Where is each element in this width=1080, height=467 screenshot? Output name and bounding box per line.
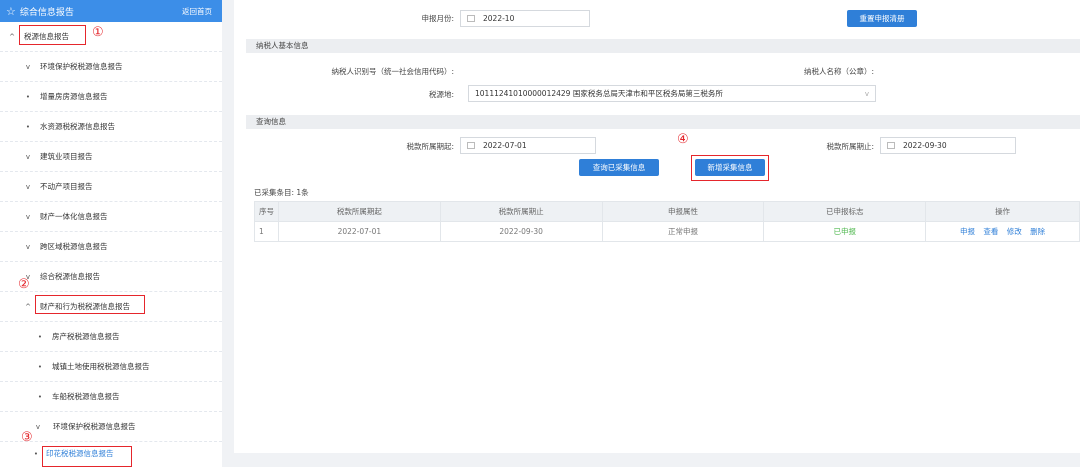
chevron-down-icon: v bbox=[35, 422, 41, 431]
sidebar-item-real-estate-project[interactable]: v 不动产项目报告 bbox=[0, 172, 222, 202]
sidebar: ☆ 综合信息报告 返回首页 ^ 税源信息报告 v 环境保护税税源信息报告 • 增… bbox=[0, 0, 222, 467]
column-header: 申报属性 bbox=[601, 201, 765, 222]
sidebar-item-land-use-tax[interactable]: • 城镇土地使用税税源信息报告 bbox=[0, 352, 222, 382]
calendar-icon bbox=[467, 15, 475, 22]
bullet-icon: • bbox=[33, 449, 39, 458]
sidebar-item-cross-region[interactable]: v 跨区域税源信息报告 bbox=[0, 232, 222, 262]
sidebar-item-label: 车船税税源信息报告 bbox=[52, 392, 120, 401]
sidebar-item-label: 水资源税税源信息报告 bbox=[40, 122, 115, 131]
sidebar-item-label: 房产税税源信息报告 bbox=[52, 332, 120, 341]
collected-table: 序号 税款所属期起 税款所属期止 申报属性 已申报标志 操作 1 2022-07… bbox=[254, 201, 1080, 242]
sidebar-title: 综合信息报告 bbox=[19, 7, 74, 18]
period-value: 2022-10 bbox=[483, 14, 515, 23]
view-link[interactable]: 查看 bbox=[983, 227, 998, 236]
chevron-down-icon: v bbox=[25, 182, 31, 191]
sidebar-item-stamp-tax[interactable]: • 印花税税源信息报告 bbox=[0, 440, 222, 467]
reset-declaration-button[interactable]: 重置申报清册 bbox=[847, 10, 917, 27]
new-collection-button[interactable]: 新增采集信息 bbox=[695, 159, 765, 176]
sidebar-item-property-tax[interactable]: • 房产税税源信息报告 bbox=[0, 322, 222, 352]
star-icon: ☆ bbox=[6, 4, 16, 18]
tax-office-label: 税源地: bbox=[428, 90, 454, 99]
declare-link[interactable]: 申报 bbox=[960, 227, 975, 236]
sidebar-item-property-behavior[interactable]: ^ 财产和行为税税源信息报告 bbox=[0, 292, 222, 322]
annotation-marker-4: ④ bbox=[677, 132, 689, 147]
period-label: 申报月份: bbox=[421, 14, 454, 23]
chevron-up-icon: ^ bbox=[25, 302, 31, 311]
sidebar-item-label: 跨区域税源信息报告 bbox=[40, 242, 108, 251]
column-header: 序号 bbox=[254, 201, 279, 222]
sidebar-item-label: 财产和行为税税源信息报告 bbox=[40, 302, 130, 311]
chevron-down-icon: v bbox=[25, 62, 31, 71]
period-input[interactable]: 2022-10 bbox=[460, 10, 590, 27]
tax-office-value: 10111241010000012429 国家税务总局天津市和平区税务局第三税务… bbox=[475, 89, 723, 98]
sidebar-item-label: 建筑业项目报告 bbox=[40, 152, 93, 161]
sidebar-item-water-resource-tax[interactable]: • 水资源税税源信息报告 bbox=[0, 112, 222, 142]
chevron-down-icon: v bbox=[864, 89, 869, 98]
sidebar-item-construction-project[interactable]: v 建筑业项目报告 bbox=[0, 142, 222, 172]
annotation-marker-2: ② bbox=[18, 277, 30, 292]
annotation-marker-3: ③ bbox=[21, 430, 33, 445]
end-period-value: 2022-09-30 bbox=[903, 141, 947, 150]
sidebar-item-env-tax[interactable]: v 环境保护税税源信息报告 bbox=[0, 52, 222, 82]
table-header-row: 序号 税款所属期起 税款所属期止 申报属性 已申报标志 操作 bbox=[254, 201, 1080, 222]
sidebar-item-label: 税源信息报告 bbox=[24, 32, 69, 41]
column-header: 税款所属期止 bbox=[439, 201, 603, 222]
chevron-down-icon: v bbox=[25, 242, 31, 251]
collected-count: 已采集条目: 1条 bbox=[254, 188, 309, 197]
start-period-input[interactable]: 2022-07-01 bbox=[460, 137, 596, 154]
sidebar-header: ☆ 综合信息报告 返回首页 bbox=[0, 0, 222, 22]
start-period-value: 2022-07-01 bbox=[483, 141, 527, 150]
edit-link[interactable]: 修改 bbox=[1007, 227, 1022, 236]
sidebar-item-label: 财产一体化信息报告 bbox=[40, 212, 108, 221]
row-end: 2022-09-30 bbox=[439, 221, 603, 242]
row-index: 1 bbox=[254, 221, 279, 242]
taxpayer-id-label: 纳税人识别号（统一社会信用代码）: bbox=[331, 67, 454, 76]
row-attr: 正常申报 bbox=[601, 221, 765, 242]
app: ☆ 综合信息报告 返回首页 ^ 税源信息报告 v 环境保护税税源信息报告 • 增… bbox=[0, 0, 1080, 467]
sidebar-item-label: 环境保护税税源信息报告 bbox=[40, 62, 123, 71]
main-panel: 申报月份: 2022-10 重置申报清册 纳税人基本信息 纳税人识别号（统一社会… bbox=[234, 0, 1080, 453]
tax-office-select[interactable]: 10111241010000012429 国家税务总局天津市和平区税务局第三税务… bbox=[468, 85, 876, 102]
start-period-label: 税款所属期起: bbox=[406, 142, 454, 151]
calendar-icon bbox=[887, 142, 895, 149]
sidebar-item-label: 环境保护税税源信息报告 bbox=[53, 422, 136, 431]
sidebar-item-label: 增量房房源信息报告 bbox=[40, 92, 108, 101]
back-home-link[interactable]: 返回首页 bbox=[182, 6, 212, 17]
bullet-icon: • bbox=[25, 122, 31, 131]
annotation-marker-1: ① bbox=[92, 25, 104, 40]
sidebar-item-vehicle-tax[interactable]: • 车船税税源信息报告 bbox=[0, 382, 222, 412]
sidebar-item-label: 综合税源信息报告 bbox=[40, 272, 100, 281]
sidebar-item-label: 印花税税源信息报告 bbox=[46, 449, 114, 458]
column-header: 操作 bbox=[925, 201, 1080, 222]
delete-link[interactable]: 删除 bbox=[1030, 227, 1045, 236]
sidebar-item-incremental-housing[interactable]: • 增量房房源信息报告 bbox=[0, 82, 222, 112]
sidebar-item-tax-source-report[interactable]: ^ 税源信息报告 bbox=[0, 22, 222, 52]
chevron-down-icon: v bbox=[25, 152, 31, 161]
chevron-up-icon: ^ bbox=[9, 32, 15, 41]
taxpayer-section-header: 纳税人基本信息 bbox=[246, 39, 1080, 53]
sidebar-item-label: 不动产项目报告 bbox=[40, 182, 93, 191]
bullet-icon: • bbox=[37, 332, 43, 341]
bullet-icon: • bbox=[37, 392, 43, 401]
bullet-icon: • bbox=[25, 92, 31, 101]
table-row: 1 2022-07-01 2022-09-30 正常申报 已申报 申报 查看 修… bbox=[254, 221, 1080, 242]
column-header: 税款所属期起 bbox=[277, 201, 441, 222]
taxpayer-name-label: 纳税人名称（公章）: bbox=[803, 67, 874, 76]
row-start: 2022-07-01 bbox=[277, 221, 441, 242]
bullet-icon: • bbox=[37, 362, 43, 371]
sidebar-item-env-tax-2[interactable]: v 环境保护税税源信息报告 bbox=[0, 412, 222, 442]
sidebar-item-label: 城镇土地使用税税源信息报告 bbox=[52, 362, 150, 371]
end-period-label: 税款所属期止: bbox=[826, 142, 874, 151]
row-actions: 申报 查看 修改 删除 bbox=[925, 221, 1080, 242]
query-collected-button[interactable]: 查询已采集信息 bbox=[579, 159, 659, 176]
chevron-down-icon: v bbox=[25, 212, 31, 221]
sidebar-item-comprehensive-source[interactable]: v 综合税源信息报告 bbox=[0, 262, 222, 292]
calendar-icon bbox=[467, 142, 475, 149]
query-section-header: 查询信息 bbox=[246, 115, 1080, 129]
column-header: 已申报标志 bbox=[763, 201, 927, 222]
row-status: 已申报 bbox=[763, 221, 927, 242]
end-period-input[interactable]: 2022-09-30 bbox=[880, 137, 1016, 154]
sidebar-item-property-integration[interactable]: v 财产一体化信息报告 bbox=[0, 202, 222, 232]
